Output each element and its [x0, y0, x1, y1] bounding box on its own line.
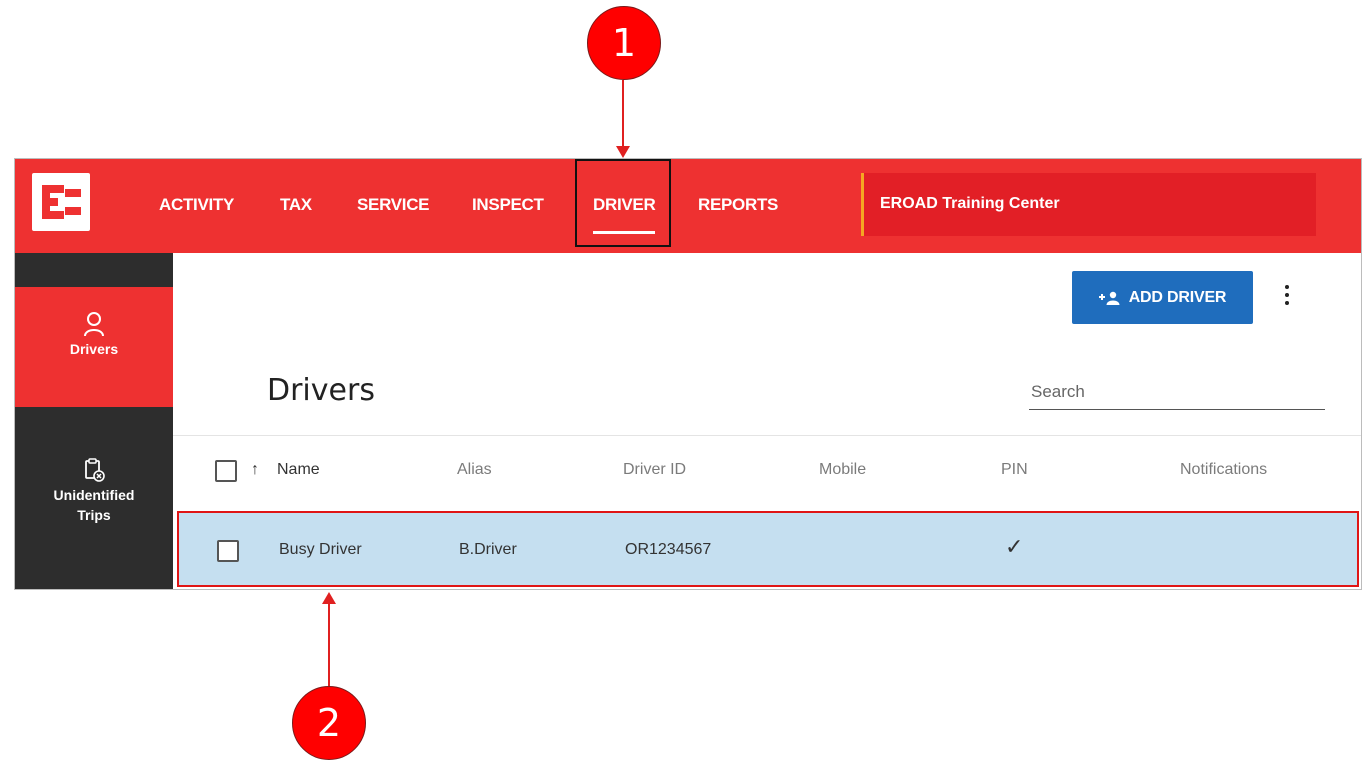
column-header-notifications[interactable]: Notifications: [1180, 461, 1267, 479]
annotation-callout-2: 2: [292, 686, 366, 760]
nav-activity[interactable]: ACTIVITY: [159, 195, 234, 215]
cell-name: Busy Driver: [279, 541, 362, 558]
annotation-highlight-driver: [575, 159, 671, 247]
top-navigation-bar: ACTIVITY TAX SERVICE INSPECT DRIVER REPO…: [15, 159, 1361, 253]
column-header-mobile[interactable]: Mobile: [819, 461, 866, 479]
more-options-icon[interactable]: [1279, 285, 1295, 311]
column-header-name[interactable]: Name: [277, 461, 320, 479]
sidebar: Drivers Unidentified Trips: [15, 253, 173, 589]
organization-name: EROAD Training Center: [880, 195, 1060, 212]
nav-inspect[interactable]: INSPECT: [472, 195, 544, 215]
nav-reports[interactable]: REPORTS: [698, 195, 778, 215]
column-header-pin[interactable]: PIN: [1001, 461, 1028, 479]
add-person-icon: [1098, 291, 1120, 305]
organization-selector[interactable]: EROAD Training Center: [861, 173, 1316, 236]
sidebar-item-drivers[interactable]: Drivers: [15, 287, 173, 407]
annotation-callout-1: 1: [587, 6, 661, 80]
annotation-arrow-1: [622, 80, 624, 146]
cell-pin-check-icon: ✓: [1005, 535, 1024, 560]
table-row[interactable]: Busy Driver B.Driver OR1234567 ✓: [177, 511, 1359, 587]
sidebar-item-label-line1: Unidentified: [53, 487, 135, 503]
header-divider: [173, 435, 1361, 436]
nav-service[interactable]: SERVICE: [357, 195, 430, 215]
cell-alias: B.Driver: [459, 541, 517, 558]
sort-ascending-icon[interactable]: ↑: [251, 461, 259, 479]
annotation-arrow-2: [328, 602, 330, 686]
cell-driver-id: OR1234567: [625, 541, 712, 558]
add-driver-label: ADD DRIVER: [1128, 288, 1227, 306]
add-driver-button[interactable]: ADD DRIVER: [1072, 271, 1253, 324]
column-header-alias[interactable]: Alias: [457, 461, 492, 479]
app-window: ACTIVITY TAX SERVICE INSPECT DRIVER REPO…: [14, 158, 1362, 590]
column-header-driver-id[interactable]: Driver ID: [623, 461, 686, 479]
search-input[interactable]: [1029, 377, 1329, 407]
annotation-arrowhead-1: [616, 146, 630, 158]
search-field: [1029, 377, 1329, 410]
row-checkbox[interactable]: [217, 540, 239, 562]
nav-tax[interactable]: TAX: [280, 195, 312, 215]
clipboard-x-icon: [85, 458, 105, 482]
select-all-checkbox[interactable]: [215, 460, 237, 482]
table-header: ↑ Name Alias Driver ID Mobile PIN Notifi…: [173, 439, 1361, 503]
sidebar-item-unidentified-trips[interactable]: Unidentified Trips: [15, 457, 173, 523]
page-title: Drivers: [267, 373, 375, 408]
sidebar-item-label: Drivers: [69, 341, 119, 357]
eroad-logo[interactable]: [32, 173, 90, 231]
sidebar-item-label-line2: Trips: [77, 507, 111, 523]
person-outline-icon: [84, 312, 104, 337]
